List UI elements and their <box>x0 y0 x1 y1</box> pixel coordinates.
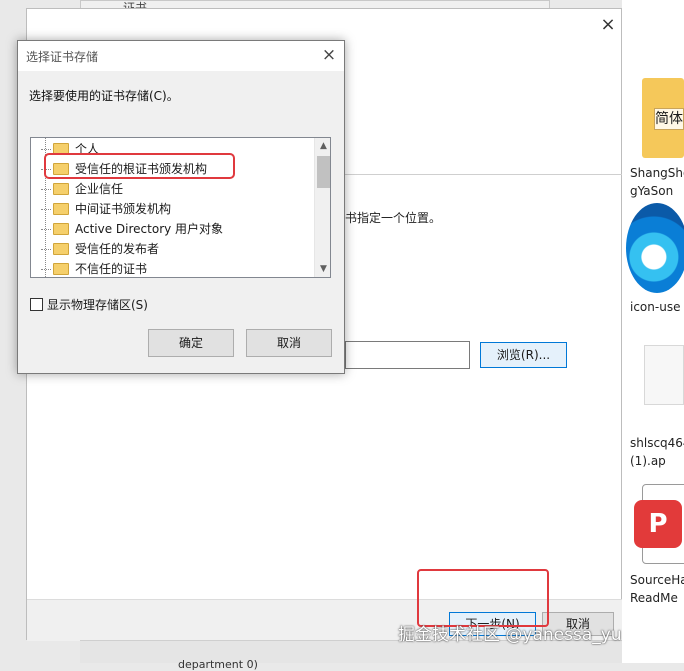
wizard-description: 书指定一个位置。 <box>345 211 442 225</box>
tree-item-enterprise-trust[interactable]: 企业信任 <box>53 179 123 199</box>
tree-item-untrusted[interactable]: 不信任的证书 <box>53 259 148 277</box>
cancel-button[interactable]: 取消 <box>246 329 332 357</box>
edge-icon[interactable] <box>626 203 684 293</box>
tree-connector <box>41 249 51 250</box>
desktop-item-label[interactable]: icon-use <box>630 298 684 316</box>
store-path-input[interactable] <box>345 341 470 369</box>
folder-tag: 简体 <box>654 108 684 130</box>
tree-item-label: Active Directory 用户对象 <box>75 222 224 236</box>
tree-connector <box>41 229 51 230</box>
folder-icon <box>53 263 69 275</box>
document-icon[interactable] <box>644 345 684 405</box>
bottom-strip-label: department 0) <box>178 658 258 671</box>
scroll-down-arrow-icon[interactable]: ▼ <box>315 261 330 277</box>
tree-item-label: 不信任的证书 <box>75 262 148 276</box>
folder-icon <box>53 223 69 235</box>
folder-icon <box>53 183 69 195</box>
next-button-highlight <box>417 569 549 627</box>
dialog-prompt: 选择要使用的证书存储(C)。 <box>29 89 179 103</box>
watermark: 掘金技术社区 @yanessa_yu <box>398 625 622 645</box>
desktop-area: 简体 ShangShou gYaSon icon-use shlscq464 (… <box>622 0 684 663</box>
tree-item-trusted-publishers[interactable]: 受信任的发布者 <box>53 239 159 259</box>
tree-connector <box>41 189 51 190</box>
browse-button[interactable]: 浏览(R)... <box>480 342 567 368</box>
wizard-separator <box>345 174 623 175</box>
tree-item-label: 企业信任 <box>75 182 124 196</box>
dialog-titlebar: 选择证书存储 × <box>18 41 344 71</box>
tree-item-active-directory[interactable]: Active Directory 用户对象 <box>53 219 223 239</box>
scroll-thumb[interactable] <box>317 156 330 188</box>
tree-connector <box>41 269 51 270</box>
tree-connector <box>41 209 51 210</box>
folder-icon <box>53 203 69 215</box>
ok-button[interactable]: 确定 <box>148 329 234 357</box>
tree-item-label: 中间证书颁发机构 <box>75 202 172 216</box>
wizard-close-button[interactable]: × <box>597 15 619 37</box>
wps-pdf-icon[interactable]: P <box>634 500 682 548</box>
folder-icon <box>53 243 69 255</box>
desktop-item-label[interactable]: SourceHa ReadMe <box>630 571 684 607</box>
dialog-title: 选择证书存储 <box>26 50 99 64</box>
tree-connector <box>41 149 51 150</box>
tree-item-label: 受信任的发布者 <box>75 242 160 256</box>
select-certificate-store-dialog: 选择证书存储 × 选择要使用的证书存储(C)。 个人 受信任的根证书颁发机构 企… <box>17 40 345 374</box>
dialog-close-button[interactable]: × <box>318 45 340 67</box>
show-physical-stores-label[interactable]: 显示物理存储区(S) <box>47 296 148 313</box>
desktop-item-label[interactable]: shlscq464 (1).ap <box>630 434 684 470</box>
trusted-root-highlight <box>44 153 235 179</box>
show-physical-stores-checkbox[interactable] <box>30 298 43 311</box>
scroll-up-arrow-icon[interactable]: ▲ <box>315 138 330 154</box>
tree-scrollbar[interactable]: ▲ ▼ <box>314 138 330 277</box>
tree-item-intermediate-ca[interactable]: 中间证书颁发机构 <box>53 199 171 219</box>
desktop-item-label[interactable]: ShangShou gYaSon <box>630 164 684 200</box>
